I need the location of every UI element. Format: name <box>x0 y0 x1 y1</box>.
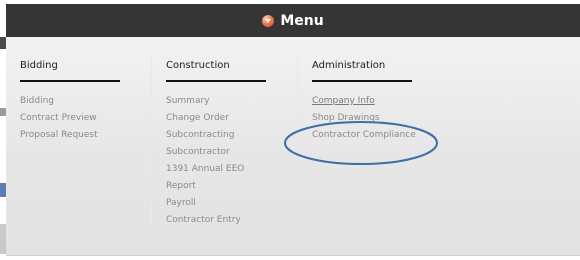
menu-column-bidding: Bidding Bidding Contract Preview Proposa… <box>20 59 120 144</box>
column-title-underline <box>166 80 266 82</box>
column-title-administration: Administration <box>312 60 386 71</box>
menu-item-company-info[interactable]: Company Info <box>312 93 416 110</box>
menu-item-contractor-entry[interactable]: Contractor Entry <box>166 212 266 229</box>
menu-button[interactable]: Menu <box>262 12 324 29</box>
menu-item-bidding[interactable]: Bidding <box>20 93 120 110</box>
menu-header-bar: Menu <box>6 4 580 37</box>
column-title-underline <box>312 80 412 82</box>
menu-item-change-order[interactable]: Change Order <box>166 110 266 127</box>
menu-item-proposal-request[interactable]: Proposal Request <box>20 127 120 144</box>
menu-item-contract-preview[interactable]: Contract Preview <box>20 110 120 127</box>
menu-item-subcontracting[interactable]: Subcontracting <box>166 127 266 144</box>
menu-item-summary[interactable]: Summary <box>166 93 266 110</box>
column-title-bidding: Bidding <box>20 60 58 71</box>
highlight-ellipse-annotation <box>284 121 438 165</box>
menu-column-construction: Construction Summary Change Order Subcon… <box>166 59 266 229</box>
menu-title: Menu <box>280 12 324 29</box>
column-divider <box>151 55 152 225</box>
menu-item-annual-eeo[interactable]: 1391 Annual EEO <box>166 161 266 178</box>
menu-item-payroll[interactable]: Payroll <box>166 195 266 212</box>
column-title-underline <box>20 80 120 82</box>
column-title-construction: Construction <box>166 60 230 71</box>
menu-item-report[interactable]: Report <box>166 178 266 195</box>
menu-dropdown-panel: Bidding Bidding Contract Preview Proposa… <box>6 37 580 256</box>
menu-dropdown-icon <box>262 14 275 27</box>
menu-item-subcontractor[interactable]: Subcontractor <box>166 144 266 161</box>
